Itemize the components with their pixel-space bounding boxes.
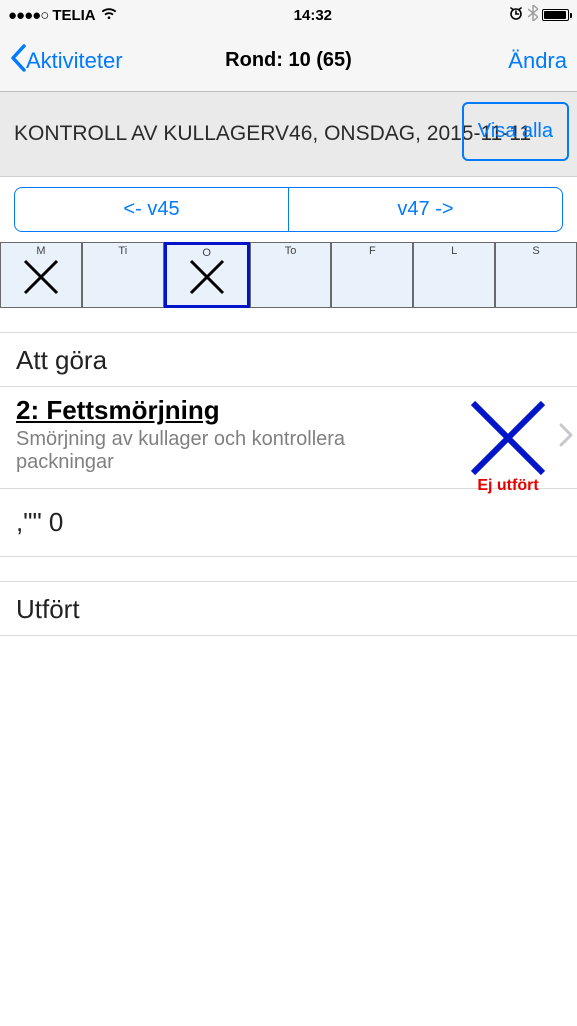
- carrier-label: TELIA: [52, 7, 95, 24]
- day-label: M: [36, 245, 45, 257]
- task-status-label: Ej utfört: [477, 477, 538, 495]
- info-bar: KONTROLL AV KULLAGERV46, ONSDAG, 2015-11…: [0, 92, 577, 177]
- prev-week-button[interactable]: <- v45: [14, 187, 289, 232]
- x-icon: [21, 257, 61, 297]
- days-row: M Ti O To F L S: [0, 242, 577, 308]
- status-left: ●●●●○ TELIA: [8, 6, 118, 24]
- alarm-icon: [508, 5, 524, 25]
- task-status: Ej utfört: [467, 397, 549, 495]
- next-week-button[interactable]: v47 ->: [289, 187, 563, 232]
- day-cell[interactable]: M: [0, 242, 82, 308]
- status-right: [508, 5, 569, 26]
- x-icon: [187, 257, 227, 297]
- day-cell[interactable]: To: [250, 242, 332, 308]
- footer-row: ,"" 0: [0, 489, 577, 557]
- signal-dots-icon: ●●●●○: [8, 7, 48, 24]
- edit-button[interactable]: Ändra: [508, 48, 567, 74]
- todo-section-header: Att göra: [0, 332, 577, 387]
- day-label: L: [451, 245, 457, 257]
- battery-icon: [542, 9, 569, 21]
- day-cell[interactable]: S: [495, 242, 577, 308]
- nav-title: Rond: 10 (65): [225, 49, 352, 72]
- x-icon: [467, 397, 549, 479]
- day-label: F: [369, 245, 376, 257]
- done-section-header: Utfört: [0, 581, 577, 636]
- chevron-left-icon: [10, 44, 26, 78]
- back-button[interactable]: Aktiviteter: [10, 44, 123, 78]
- day-cell[interactable]: O: [164, 242, 250, 308]
- back-label: Aktiviteter: [26, 48, 123, 74]
- day-label: S: [532, 245, 539, 257]
- bluetooth-icon: [528, 5, 538, 26]
- day-cell[interactable]: L: [413, 242, 495, 308]
- clock: 14:32: [294, 7, 332, 24]
- nav-bar: Aktiviteter Rond: 10 (65) Ändra: [0, 30, 577, 92]
- day-label: To: [285, 245, 297, 257]
- status-bar: ●●●●○ TELIA 14:32: [0, 0, 577, 30]
- show-all-button[interactable]: Visa alla: [462, 102, 569, 161]
- task-desc: Smörjning av kullager och kontrollera pa…: [16, 428, 446, 474]
- week-nav: <- v45 v47 ->: [0, 177, 577, 242]
- day-cell[interactable]: Ti: [82, 242, 164, 308]
- day-label: Ti: [118, 245, 127, 257]
- wifi-icon: [100, 6, 118, 24]
- task-row[interactable]: 2: Fettsmörjning Smörjning av kullager o…: [0, 387, 577, 489]
- day-cell[interactable]: F: [331, 242, 413, 308]
- chevron-right-icon: [559, 422, 573, 454]
